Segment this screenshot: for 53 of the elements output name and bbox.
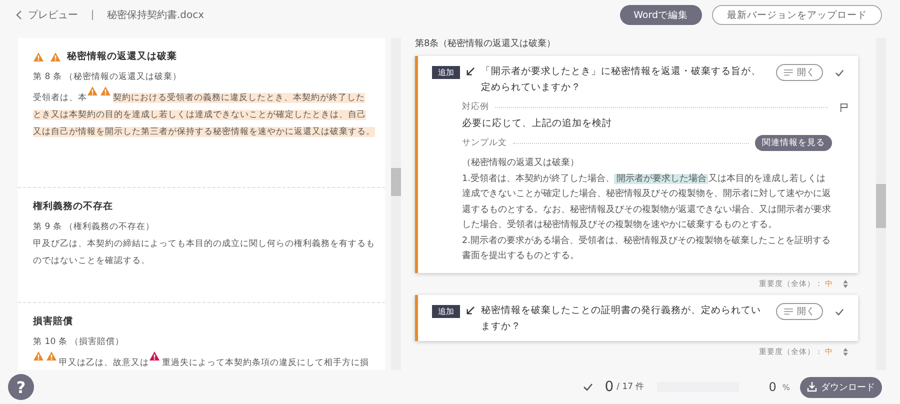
- check-icon: [582, 383, 593, 391]
- edit-button[interactable]: Wordで編集: [620, 5, 702, 25]
- lines-icon: [784, 69, 793, 76]
- section-title: 損害賠償: [33, 315, 73, 328]
- highlighted-text: 又は自己が情報を開示した第三者が保持する秘密情報を速やかに返還又は破棄す: [33, 127, 357, 137]
- article-heading: 第 8 条 （秘密情報の返還又は破棄）: [33, 70, 183, 84]
- check-icon[interactable]: [835, 308, 844, 316]
- lines-icon: [784, 308, 793, 314]
- sample-paragraph: 1.受領者は、本契約が終了した場合、 開示者が要求した場合 又は本目的を達成し若しくは達成できないことが確定した場合、秘密情報及びその複製物を、開示者に対して速やかに返還するものとする。なお、秘密情報及びその複製物が返還できない場合、又は開示者が要求した場合、受領者は秘密情報及びその複製物を速やかに破棄するものとする。: [462, 172, 832, 232]
- download-button[interactable]: ダウンロード: [800, 376, 882, 398]
- tag-label: 追加: [432, 304, 460, 318]
- section-title: 秘密情報の返還又は破棄: [67, 50, 177, 63]
- back-link[interactable]: プレビュー: [16, 8, 78, 22]
- chevron-left-icon: [16, 10, 22, 20]
- upload-button[interactable]: 最新バージョンをアップロード: [712, 5, 882, 25]
- separator-bar: [92, 10, 93, 20]
- percent-value: 0: [768, 380, 776, 394]
- article-heading: 第 9 条 （権利義務の不存在）: [33, 221, 156, 234]
- flag-icon[interactable]: [840, 102, 848, 112]
- article-heading: 第 10 条 （損害賠償）: [33, 336, 126, 349]
- related-info-button[interactable]: 関連情報を見る: [755, 135, 832, 151]
- diagonal-arrow-icon: [466, 67, 475, 76]
- scrollbar[interactable]: [876, 38, 886, 370]
- sort-icon[interactable]: [843, 280, 848, 288]
- sample-paragraph: 2.開示者の要求がある場合、受領者は、秘密情報及びその複製物を破棄したことを証明する書面を提出するものとする。: [462, 234, 832, 263]
- check-icon[interactable]: [835, 69, 844, 77]
- body-text: 甲又は乙は、故意又は: [59, 358, 149, 368]
- section-title: 権利義務の不存在: [33, 200, 113, 213]
- field-label: 対応例: [462, 101, 489, 113]
- open-button[interactable]: 開く: [776, 302, 823, 320]
- open-button[interactable]: 開く: [776, 64, 823, 81]
- percent-unit: %: [782, 382, 790, 392]
- section-title: 第8条（秘密情報の返還又は破棄）: [415, 38, 557, 51]
- tag-label: 追加: [432, 66, 460, 79]
- download-icon: [807, 382, 817, 392]
- file-name: 秘密保持契約書.docx: [107, 8, 204, 22]
- sample-paragraph: （秘密情報の返還又は破棄）: [462, 156, 580, 170]
- diagonal-arrow-icon: [466, 306, 475, 314]
- highlighted-text: とき又は本契約の目的を達成し若しくは達成できないことが確定したときは、自己: [33, 110, 366, 120]
- body-text: 甲及び乙は、本契約の締結によっても本目的の成立に関し何らの権利義務を有するものではないことを確認する。: [33, 239, 375, 266]
- highlighted-text: 契約における受領者の義務に違反したとき、本契約が終了した: [113, 93, 365, 103]
- scrollbar[interactable]: [391, 38, 401, 370]
- total-count: / 17 件: [616, 381, 645, 393]
- sort-icon[interactable]: [843, 348, 848, 356]
- help-button[interactable]: ?: [8, 374, 34, 400]
- question-text: 秘密情報を破棄したことの証明書の発行義務が、定められていますか？: [481, 304, 762, 334]
- highlighted-text: る。: [357, 127, 375, 137]
- question-text: 「開示者が要求したとき」に秘密情報を返還・破棄する旨が、定められていますか？: [481, 65, 762, 95]
- body-text: 重過失によって本契約条項の違反にして相手方に損: [162, 358, 369, 368]
- field-label: サンプル文: [462, 137, 507, 149]
- body-text: 受領者は、本: [33, 93, 87, 103]
- response-text: 必要に応じて、上記の追加を検討: [462, 117, 613, 130]
- done-count: 0: [604, 379, 614, 395]
